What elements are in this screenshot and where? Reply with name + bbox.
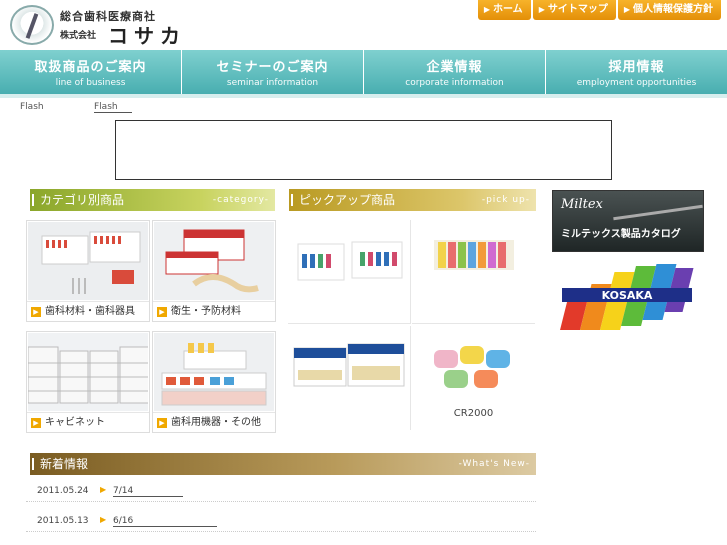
site-header: 総合歯科医療商社 株式会社 コサカ ▶ ホーム ▶ サイトマップ ▶ 個人情報保護方針	[0, 0, 727, 50]
top-links: ▶ ホーム ▶ サイトマップ ▶ 個人情報保護方針	[477, 0, 721, 20]
nav-corporate[interactable]: 企業情報 corporate information	[364, 50, 546, 94]
tile-label: ▶ 歯科材料・歯科器具	[27, 301, 149, 321]
nav-seminar[interactable]: セミナーのご案内 seminar information	[182, 50, 364, 94]
tile-label: ▶ 衛生・予防材料	[153, 301, 275, 321]
company-prefix: 株式会社	[60, 31, 97, 41]
company-logo-icon[interactable]	[10, 5, 54, 45]
nav-divider	[0, 94, 727, 98]
nav-business[interactable]: 取扱商品のご案内 line of business	[0, 50, 182, 94]
news-link[interactable]: 7/14	[113, 486, 183, 497]
flash-placeholder	[115, 120, 612, 180]
company-name[interactable]: コサカ	[108, 20, 186, 49]
dental-tool-icon	[613, 204, 703, 221]
tile-label: ▶ キャビネット	[27, 412, 149, 432]
news-date: 2011.05.13	[37, 516, 89, 526]
tile-label: ▶ 歯科用機器・その他	[153, 412, 275, 432]
category-hygiene-prevention[interactable]: ▶ 衛生・予防材料	[152, 220, 276, 322]
main-nav: 取扱商品のご案内 line of business セミナーのご案内 semin…	[0, 50, 727, 94]
miltex-brand: Miltex	[561, 197, 603, 212]
triangle-right-icon: ▶	[483, 5, 490, 14]
category-dental-equipment[interactable]: ▶ 歯科用機器・その他	[152, 331, 276, 433]
news-date: 2011.05.24	[37, 486, 89, 496]
pickup-product-image	[296, 232, 406, 292]
category-cabinet[interactable]: ▶ キャビネット	[26, 331, 150, 433]
miltex-catalog-banner[interactable]: Miltex ミルテックス製品カタログ	[552, 190, 704, 252]
cabinet-image	[28, 333, 148, 411]
arrow-right-icon: ▶	[31, 307, 41, 317]
pickup-product-image	[292, 340, 408, 396]
pickup-item-2[interactable]	[412, 220, 535, 324]
triangle-right-icon: ▶	[623, 5, 630, 14]
triangle-right-icon: ▶	[100, 515, 107, 524]
nav-employment[interactable]: 採用情報 employment opportunities	[546, 50, 727, 94]
miltex-caption: ミルテックス製品カタログ	[561, 229, 681, 240]
triangle-right-icon: ▶	[100, 485, 107, 494]
flash-label: Flash	[20, 102, 44, 112]
dental-equipment-image	[154, 333, 274, 411]
pickup-header: ピックアップ商品 -pick up-	[285, 189, 536, 211]
flash-link[interactable]: Flash	[94, 102, 132, 113]
category-header: カテゴリ別商品 -category-	[26, 189, 275, 211]
pickup-product-image	[430, 340, 518, 396]
top-link-home[interactable]: ▶ ホーム	[477, 0, 531, 20]
news-item: 2011.05.13 ▶ 6/16	[26, 510, 536, 532]
pickup-item-3[interactable]	[288, 326, 411, 430]
arrow-right-icon: ▶	[157, 307, 167, 317]
triangle-right-icon: ▶	[538, 5, 545, 14]
cr2000-label: CR2000	[453, 408, 494, 419]
news-link[interactable]: 6/16	[113, 516, 217, 527]
news-header: 新着情報 -What's New-	[26, 453, 536, 475]
news-item: 2011.05.24 ▶ 7/14	[26, 480, 536, 502]
category-dental-materials[interactable]: ▶ 歯科材料・歯科器具	[26, 220, 150, 322]
arrow-right-icon: ▶	[31, 418, 41, 428]
top-link-sitemap[interactable]: ▶ サイトマップ	[532, 0, 616, 20]
kosaka-logo-text: KOSAKA	[602, 289, 653, 302]
pickup-product-image	[430, 234, 518, 290]
pickup-item-cr2000[interactable]: CR2000	[412, 326, 535, 430]
kosaka-rainbow-logo[interactable]: KOSAKA	[556, 258, 704, 338]
pickup-item-1[interactable]	[288, 220, 411, 324]
top-link-privacy[interactable]: ▶ 個人情報保護方針	[617, 0, 721, 20]
arrow-right-icon: ▶	[157, 418, 167, 428]
dental-materials-image	[28, 222, 148, 300]
hygiene-prevention-image	[154, 222, 274, 300]
